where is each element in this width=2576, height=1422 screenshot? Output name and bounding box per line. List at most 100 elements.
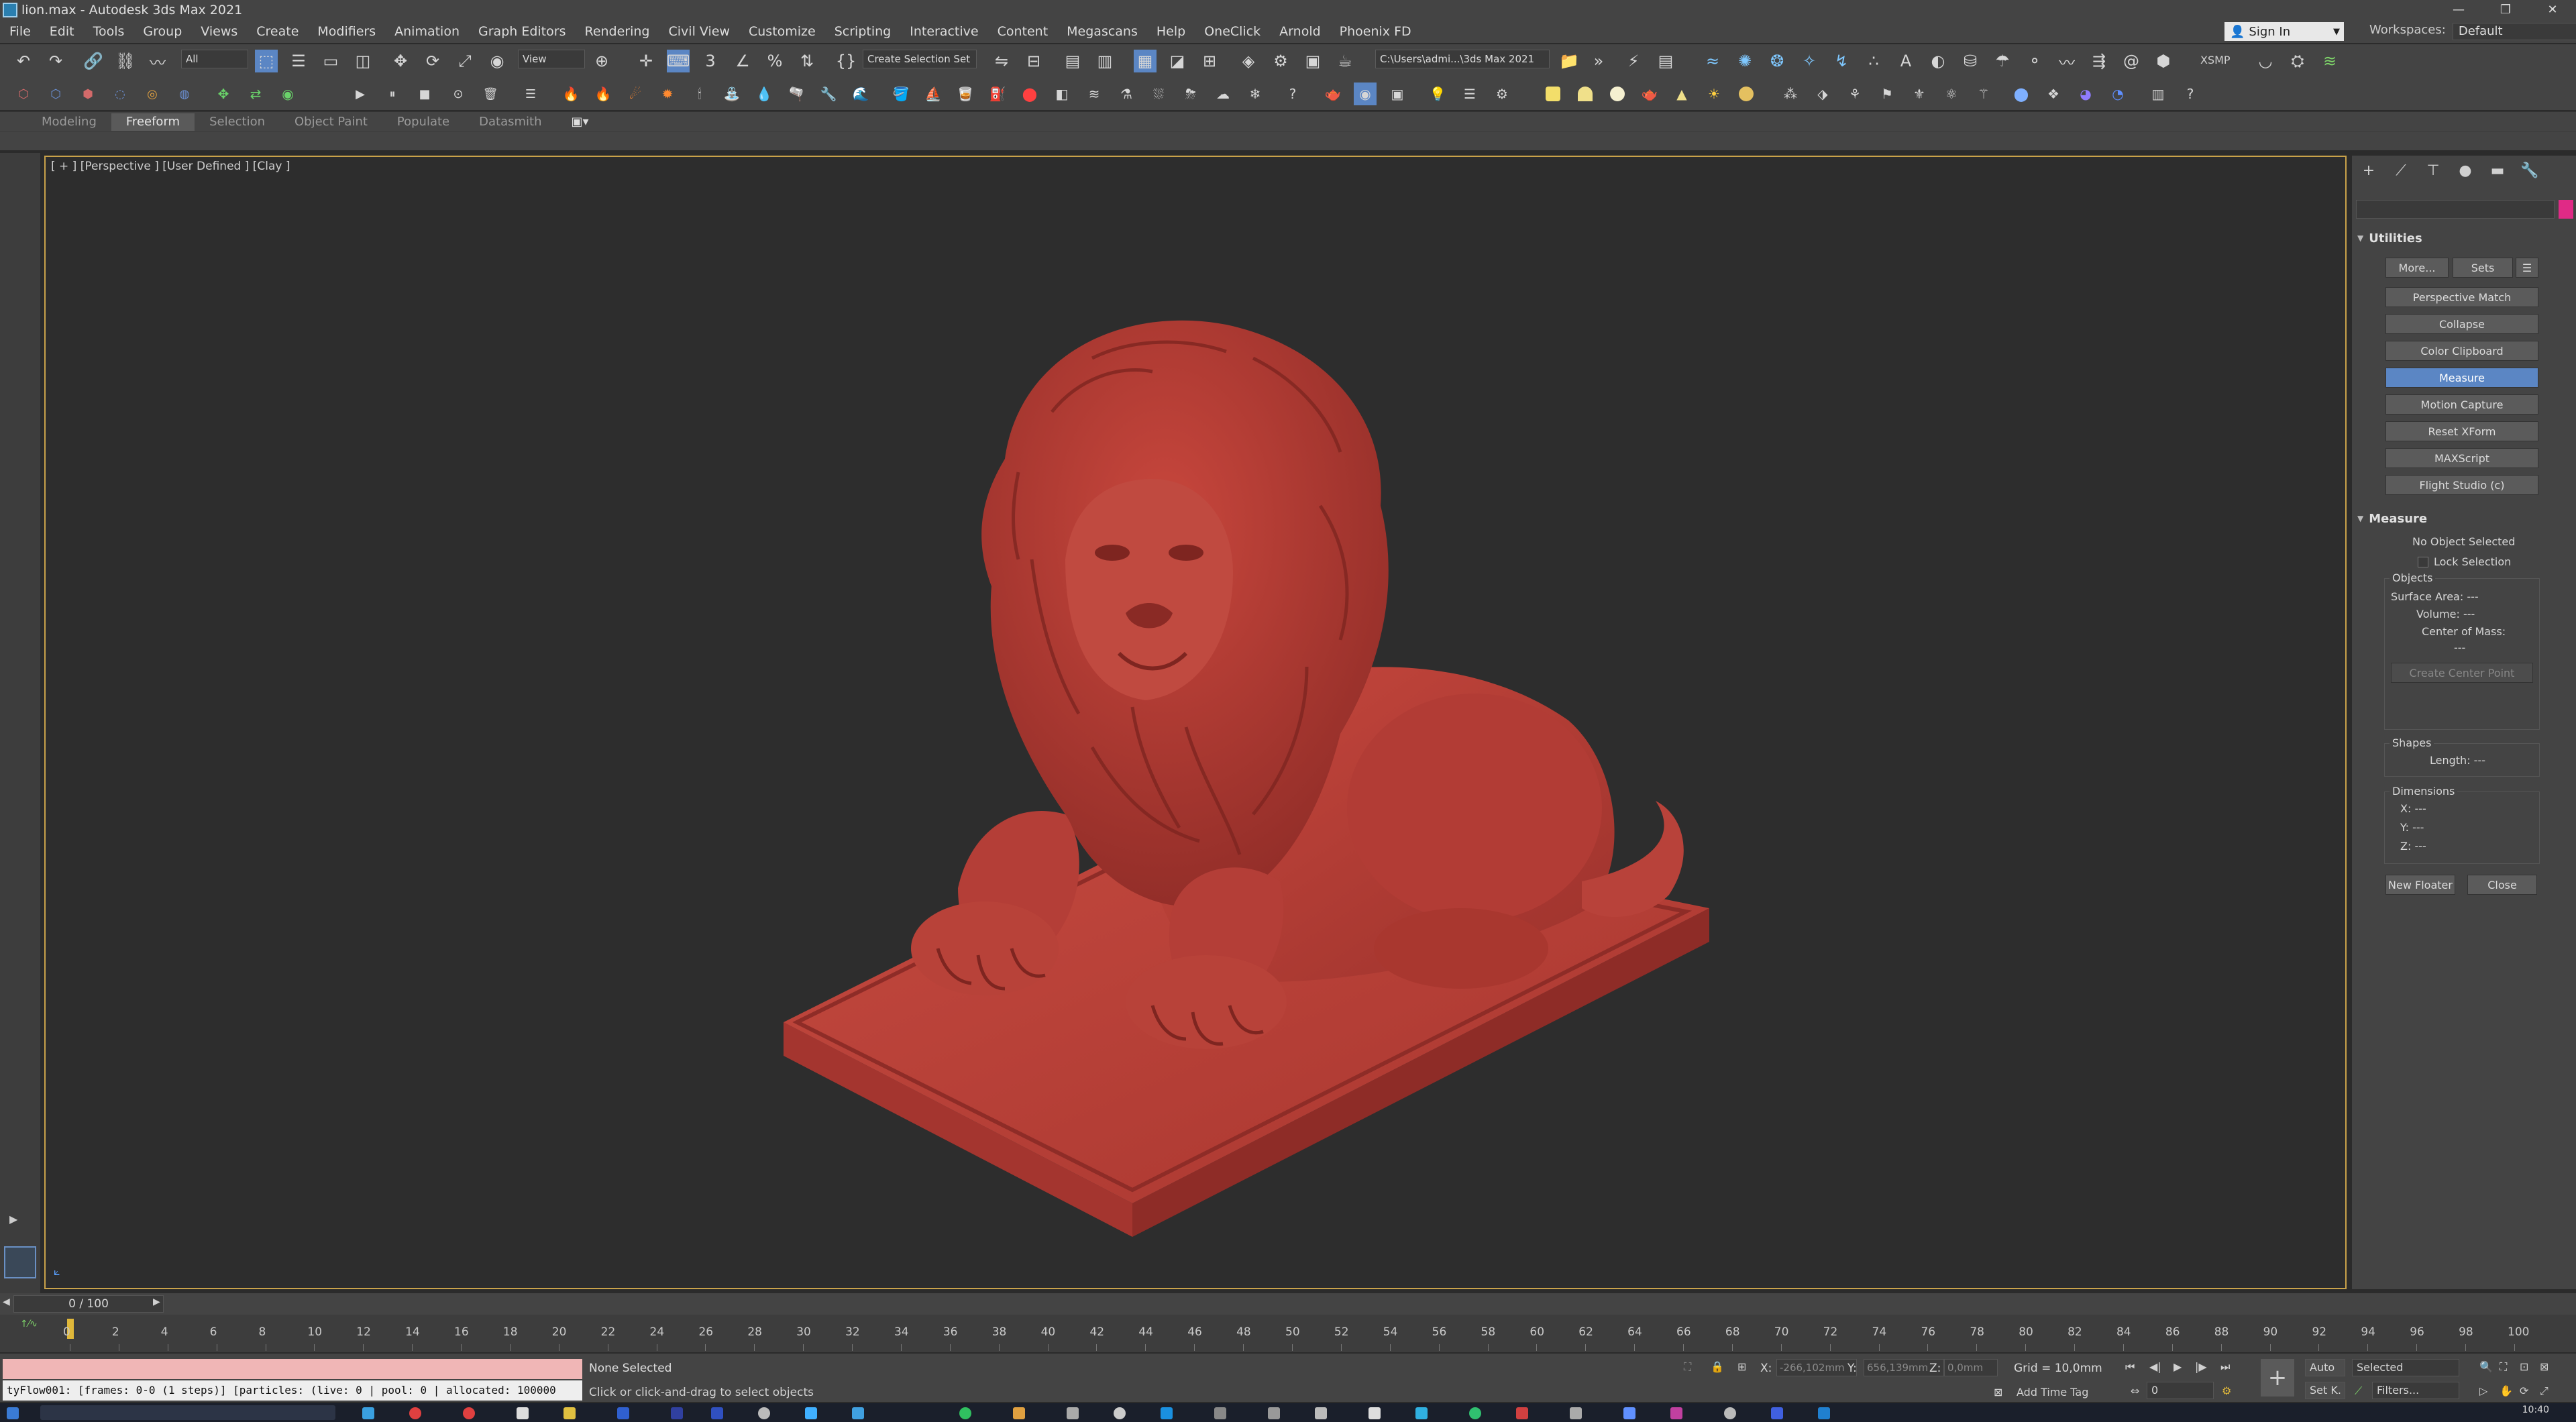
- vray-lister-icon[interactable]: ☰: [1458, 83, 1481, 105]
- vray-help-icon[interactable]: ?: [2179, 83, 2202, 105]
- create-tab-icon[interactable]: +: [2356, 162, 2381, 185]
- record-sim-icon[interactable]: ⊙: [447, 83, 470, 105]
- redo-icon[interactable]: ↷: [44, 50, 67, 72]
- select-manipulate-icon[interactable]: ✛: [635, 50, 657, 72]
- ice-icon[interactable]: ❄: [1244, 83, 1267, 105]
- notes-icon[interactable]: ▤: [1654, 50, 1677, 72]
- ribbon-tab-freeform[interactable]: Freeform: [111, 113, 195, 131]
- fire-sim-icon[interactable]: 🔥: [592, 83, 614, 105]
- zoom-all-icon[interactable]: ⛶: [2500, 1360, 2507, 1374]
- toggle-ribbon-icon[interactable]: ▦: [1134, 50, 1157, 72]
- menu-tools[interactable]: Tools: [84, 24, 134, 39]
- go-to-end-icon[interactable]: ⏭: [2220, 1360, 2230, 1374]
- select-object-icon[interactable]: ⬚: [255, 50, 278, 72]
- glass-icon[interactable]: 🥃: [954, 83, 977, 105]
- taskbar-app-icon[interactable]: [1670, 1407, 1682, 1419]
- rain-icon[interactable]: ⛈: [1179, 83, 1202, 105]
- tyflow-sim-icon[interactable]: ◌: [109, 83, 131, 105]
- keyboard-shortcut-override-icon[interactable]: ⌨: [667, 50, 690, 72]
- play-sim-icon[interactable]: ▶: [349, 83, 372, 105]
- tyflow-icon[interactable]: ⬡: [12, 83, 35, 105]
- ribbon-tab-modeling[interactable]: Modeling: [27, 113, 111, 131]
- cube-icon[interactable]: ◧: [1051, 83, 1073, 105]
- create-center-point-button[interactable]: Create Center Point: [2391, 663, 2533, 683]
- vray-clipper-icon[interactable]: ⚘: [1843, 83, 1866, 105]
- vray-ies-light-icon[interactable]: ▲: [1670, 83, 1693, 105]
- configure-sets-icon[interactable]: ☰: [2516, 258, 2538, 278]
- modify-tab-icon[interactable]: ⟋: [2388, 162, 2414, 185]
- x-coord-field[interactable]: -266,102mm: [1776, 1359, 1857, 1376]
- taskbar-app-icon[interactable]: [564, 1407, 576, 1419]
- menu-arnold[interactable]: Arnold: [1270, 24, 1330, 39]
- menu-phoenix-fd[interactable]: Phoenix FD: [1330, 24, 1421, 39]
- unlink-icon[interactable]: ⛓: [114, 50, 137, 72]
- ribbon-tab-datasmith[interactable]: Datasmith: [464, 113, 556, 131]
- pause-sim-icon[interactable]: ⏸: [381, 83, 404, 105]
- time-slider-thumb[interactable]: 0 / 100: [13, 1295, 164, 1313]
- layer-explorer-icon[interactable]: ▥: [1093, 50, 1116, 72]
- sim-list-icon[interactable]: ☰: [519, 83, 542, 105]
- hierarchy-tab-icon[interactable]: ⊤: [2420, 162, 2446, 185]
- utility-maxscript[interactable]: MAXScript: [2385, 448, 2538, 468]
- helper-bone-icon[interactable]: ◉: [276, 83, 299, 105]
- vray-teapot-icon[interactable]: 🫖: [1322, 83, 1344, 105]
- taskbar-search-box[interactable]: [40, 1405, 335, 1420]
- rectangular-selection-icon[interactable]: ▭: [319, 50, 342, 72]
- menu-civil-view[interactable]: Civil View: [659, 24, 739, 39]
- menu-edit[interactable]: Edit: [40, 24, 84, 39]
- select-scale-icon[interactable]: ⤢: [453, 50, 476, 72]
- key-filters-button[interactable]: Filters...: [2372, 1382, 2459, 1399]
- phoenix-vortex-icon[interactable]: @: [2120, 50, 2143, 72]
- close-window-button[interactable]: ✕: [2529, 0, 2576, 20]
- stop-sim-icon[interactable]: ■: [413, 83, 436, 105]
- phoenix-source-icon[interactable]: ❂: [1766, 50, 1788, 72]
- vray-plane-light-icon[interactable]: [1542, 83, 1564, 105]
- time-config-icon[interactable]: ⇔: [2131, 1384, 2139, 1397]
- more-button[interactable]: More...: [2385, 258, 2449, 278]
- phoenix-mesher-icon[interactable]: ⬢: [2152, 50, 2175, 72]
- menu-help[interactable]: Help: [1147, 24, 1195, 39]
- menu-megascans[interactable]: Megascans: [1057, 24, 1147, 39]
- vray-material-library-icon[interactable]: ❖: [2042, 83, 2065, 105]
- delete-sim-icon[interactable]: 🗑: [479, 83, 502, 105]
- vray-frame-buffer-icon[interactable]: ▣: [1386, 83, 1409, 105]
- utility-reset-xform[interactable]: Reset XForm: [2385, 421, 2538, 441]
- ribbon-tab-selection[interactable]: Selection: [195, 113, 280, 131]
- ocean-icon[interactable]: ≋: [1083, 83, 1106, 105]
- z-coord-field[interactable]: 0,0mm: [1944, 1359, 1998, 1376]
- link-icon[interactable]: 🔗: [82, 50, 105, 72]
- maximize-viewport-icon[interactable]: ⤢: [2540, 1384, 2548, 1398]
- vray-ipr-icon[interactable]: ◕: [2074, 83, 2097, 105]
- menu-graph-editors[interactable]: Graph Editors: [469, 24, 575, 39]
- select-rotate-icon[interactable]: ⟳: [421, 50, 444, 72]
- zoom-icon[interactable]: 🔍: [2479, 1360, 2493, 1373]
- utility-collapse[interactable]: Collapse: [2385, 314, 2538, 334]
- restore-button[interactable]: ❐: [2482, 0, 2529, 20]
- percent-snap-icon[interactable]: %: [763, 50, 786, 72]
- scene-explorer-icon[interactable]: ▤: [1061, 50, 1084, 72]
- taskbar-app-icon[interactable]: [805, 1407, 817, 1419]
- menu-group[interactable]: Group: [133, 24, 191, 39]
- explosion-icon[interactable]: ✹: [656, 83, 679, 105]
- menu-customize[interactable]: Customize: [739, 24, 825, 39]
- taskbar-app-icon[interactable]: [1724, 1407, 1736, 1419]
- absolute-mode-icon[interactable]: ⊞: [1737, 1360, 1746, 1373]
- xsmp-layers-icon[interactable]: ≋: [2318, 50, 2341, 72]
- align-icon[interactable]: ⊟: [1022, 50, 1045, 72]
- tyflow-mesh-icon[interactable]: ⬢: [76, 83, 99, 105]
- bucket-icon[interactable]: 🪣: [890, 83, 912, 105]
- start-icon[interactable]: [7, 1407, 19, 1419]
- vray-lights-icon[interactable]: 💡: [1426, 83, 1449, 105]
- taskbar-app-icon[interactable]: [1315, 1407, 1327, 1419]
- perspective-viewport[interactable]: [ + ] [Perspective ] [User Defined ] [Cl…: [44, 156, 2347, 1289]
- named-selection-dropdown[interactable]: Create Selection Set: [863, 50, 977, 68]
- smoke-sim-icon[interactable]: ☄: [624, 83, 647, 105]
- set-key-button[interactable]: Set K.: [2305, 1382, 2345, 1399]
- time-slider-prev-icon[interactable]: ◀: [3, 1297, 10, 1307]
- utilities-rollout-header[interactable]: ▼ Utilities: [2357, 228, 2571, 248]
- vray-enmesh-icon[interactable]: ⚛: [1940, 83, 1963, 105]
- ribbon-tab-populate[interactable]: Populate: [382, 113, 464, 131]
- utility-flight-studio[interactable]: Flight Studio (c): [2385, 475, 2538, 495]
- taskbar-app-icon[interactable]: [1469, 1407, 1481, 1419]
- vray-vision-icon[interactable]: ◔: [2106, 83, 2129, 105]
